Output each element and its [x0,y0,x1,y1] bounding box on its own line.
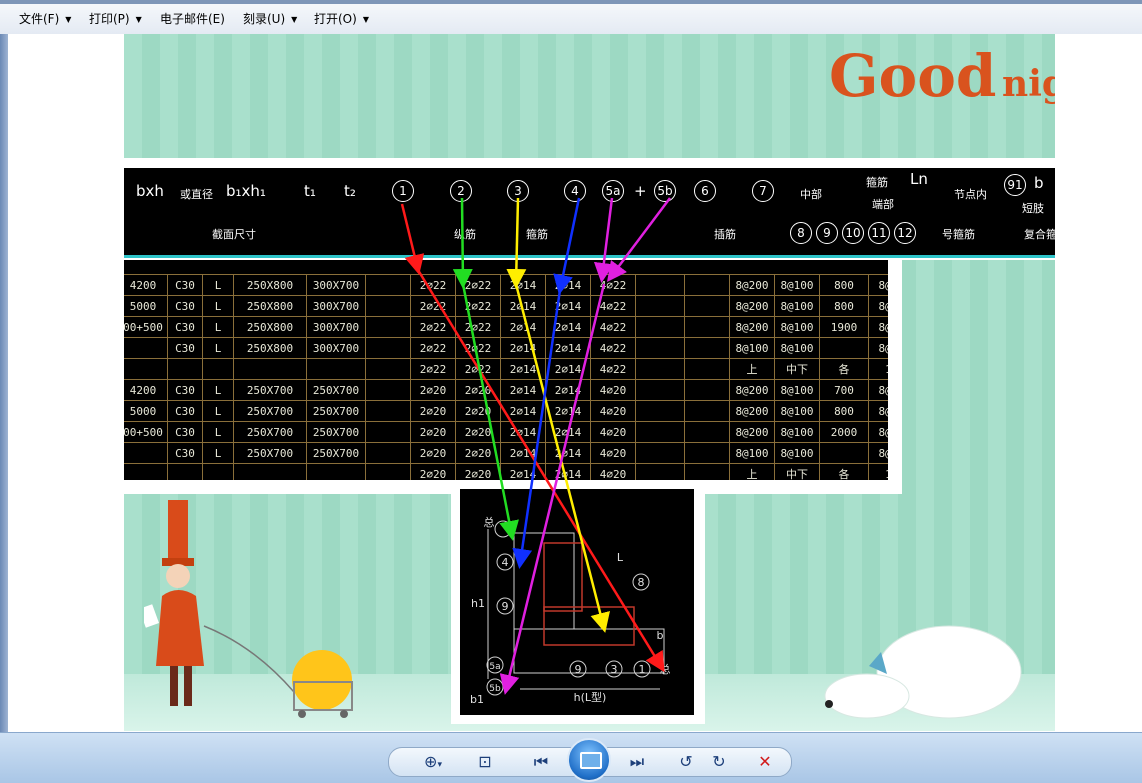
menu-email-label: 电子邮件(E) [160,12,225,26]
arrow-blue-2 [512,289,562,569]
arrow-yellow-1 [506,197,527,289]
rotate-cw-icon: ↻ [712,752,726,771]
menu-print-label: 打印(P) [89,12,130,26]
menu-burn-label: 刻录(U) [243,12,286,26]
window-top-border [0,0,1142,4]
arrow-green-1 [452,197,473,289]
chevron-down-icon: ▼ [291,15,298,24]
rotate-counterclockwise-button[interactable]: ↺ [673,750,699,774]
menu-open[interactable]: 打开(O) ▼ [314,10,369,27]
rotate-clockwise-button[interactable]: ↻ [706,750,732,774]
rotate-ccw-icon: ↺ [679,752,693,771]
next-button[interactable]: ⏭ [624,750,650,774]
arrow-magenta-2 [607,197,671,282]
delete-button[interactable]: ✕ [752,750,778,774]
previous-button[interactable]: ⏮ [528,750,554,774]
arrow-blue-1 [553,197,581,295]
next-icon: ⏭ [629,752,645,771]
slideshow-icon [580,752,602,769]
delete-icon: ✕ [758,752,772,771]
menu-burn[interactable]: 刻录(U) ▼ [243,10,297,27]
menu-file[interactable]: 文件(F) ▼ [19,10,71,27]
previous-icon: ⏮ [533,752,549,771]
arrow-red-1 [400,203,425,275]
arrow-red-2 [416,269,665,673]
menu-open-label: 打开(O) [314,12,357,26]
arrow-magenta-1 [593,197,614,283]
menu-file-label: 文件(F) [19,12,60,26]
displayed-photo: Good night bxh 或直径 b₁xh₁ t₁ t₂ 截面尺寸 1 2 … [124,34,1055,731]
chevron-down-icon: ▼ [362,15,369,24]
zoom-icon: ⊕ [424,752,438,771]
menu-print[interactable]: 打印(P) ▼ [89,10,142,27]
zoom-button[interactable]: ⊕▾ [416,750,450,774]
fit-to-window-button[interactable]: ⊡ [472,750,498,774]
menu-bar: 文件(F) ▼ 打印(P) ▼ 电子邮件(E) 刻录(U) ▼ 打开(O) ▼ [0,0,1142,35]
chevron-down-icon: ▼ [135,15,142,24]
window-left-border [0,34,8,734]
slideshow-button[interactable] [567,738,611,782]
annotation-arrows [400,197,671,695]
chevron-down-icon: ▾ [437,760,442,770]
chevron-down-icon: ▼ [65,15,72,24]
arrow-magenta-3 [499,283,606,695]
menu-email[interactable]: 电子邮件(E) [160,10,225,27]
fit-icon: ⊡ [478,752,492,771]
